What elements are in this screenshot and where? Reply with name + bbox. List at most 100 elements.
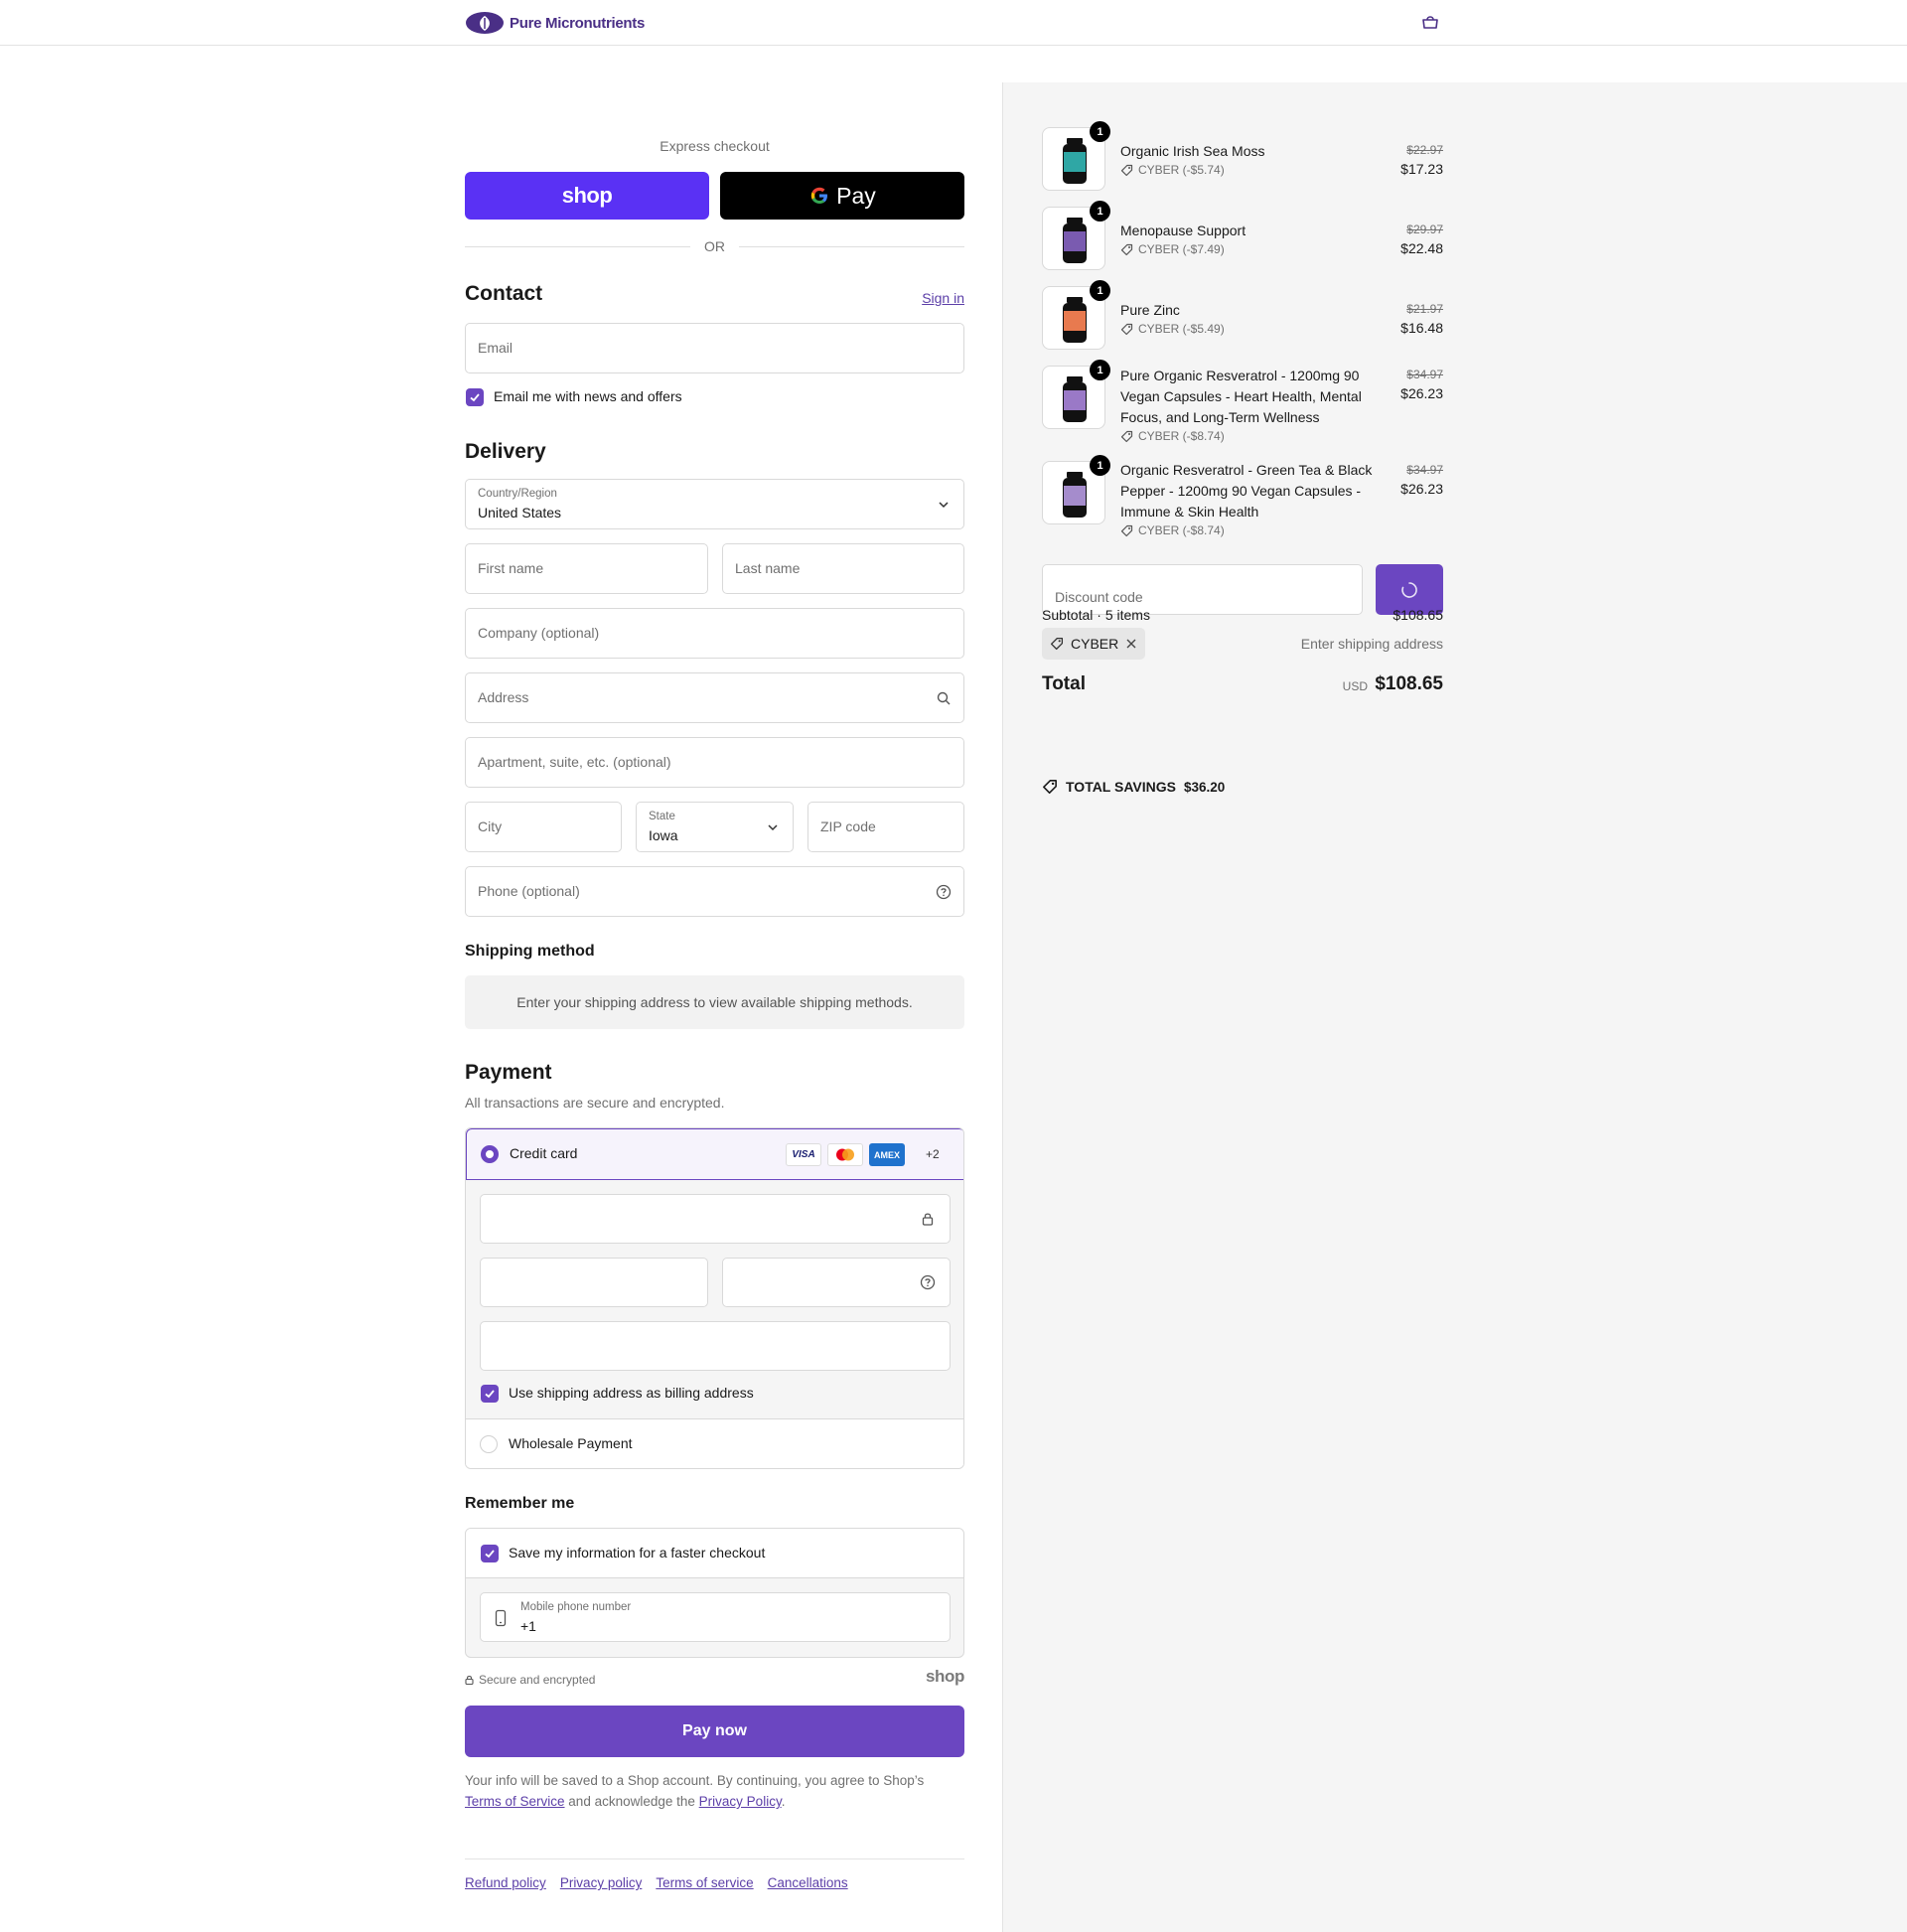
product-image: 1 [1042,280,1110,350]
item-price: $17.23 [1400,161,1443,177]
google-pay-button[interactable]: Pay [720,172,964,220]
legal-text-2: and acknowledge the [568,1794,695,1809]
divider-line [465,245,690,247]
brand-logo[interactable]: Pure Micronutrients [465,11,645,35]
footer-divider [465,1858,964,1859]
shipping-method-hint: Enter your shipping address to view avai… [465,975,964,1029]
help-circle-icon[interactable] [920,1274,936,1290]
order-summary-panel [1002,82,1907,1932]
zip-field[interactable]: ZIP code [807,802,964,852]
item-name: Organic Irish Sea Moss [1120,143,1265,159]
item-price: $22.48 [1400,240,1443,256]
item-discount-label: CYBER (-$8.74) [1138,523,1225,537]
address-placeholder: Address [478,689,529,705]
cart-item: 1 Pure Organic Resveratrol - 1200mg 90 V… [1042,360,1443,447]
brand-leaf-icon [466,12,504,34]
product-image: 1 [1042,121,1110,191]
state-select[interactable]: State Iowa [636,802,794,852]
lock-icon [465,1675,474,1685]
item-name: Menopause Support [1120,223,1247,238]
news-checkbox[interactable] [466,388,484,406]
billing-same-label: Use shipping address as billing address [509,1385,754,1401]
wholesale-label: Wholesale Payment [509,1435,633,1451]
credit-card-radio[interactable] [481,1145,499,1163]
shop-pay-label: shop [561,183,613,208]
tag-icon [1120,430,1133,442]
save-info-checkbox[interactable] [481,1545,499,1562]
footer-links: Refund policy Privacy policy Terms of se… [465,1875,848,1890]
email-placeholder: Email [478,340,513,356]
wholesale-payment-option[interactable]: Wholesale Payment [466,1418,963,1468]
address-field[interactable]: Address [465,672,964,723]
privacy-policy-link[interactable]: Privacy Policy [699,1794,782,1809]
quantity-badge: 1 [1090,360,1110,380]
item-name: Organic Resveratrol - Green Tea & Black … [1120,462,1373,520]
bag-icon[interactable] [1420,14,1440,30]
delivery-heading: Delivery [465,440,546,463]
apartment-placeholder: Apartment, suite, etc. (optional) [478,754,671,770]
email-field[interactable]: Email [465,323,964,373]
card-number-field[interactable] [480,1194,951,1244]
last-name-field[interactable]: Last name [722,543,964,594]
company-field[interactable]: Company (optional) [465,608,964,659]
save-info-label: Save my information for a faster checkou… [509,1545,766,1560]
contact-heading: Contact [465,282,543,305]
chevron-down-icon [939,502,949,509]
payment-heading: Payment [465,1061,552,1084]
chevron-down-icon [768,824,778,831]
expiration-date-field[interactable] [480,1258,708,1307]
save-info-row[interactable]: Save my information for a faster checkou… [466,1529,963,1578]
search-icon [937,691,951,705]
legal-notice: Your info will be saved to a Shop accoun… [465,1770,964,1812]
item-price: $26.23 [1400,481,1443,497]
city-placeholder: City [478,818,503,834]
pay-now-button[interactable]: Pay now [465,1706,964,1757]
phone-field[interactable]: Phone (optional) [465,866,964,917]
cancellations-link[interactable]: Cancellations [768,1875,848,1890]
privacy-policy-footer-link[interactable]: Privacy policy [560,1875,643,1890]
quantity-badge: 1 [1090,201,1110,222]
item-discount-label: CYBER (-$5.49) [1138,322,1225,336]
name-on-card-field[interactable] [480,1321,951,1371]
shop-pay-button[interactable]: shop [465,172,709,220]
first-name-field[interactable]: First name [465,543,708,594]
state-value: Iowa [649,827,678,843]
item-discount: CYBER (-$8.74) [1120,429,1225,443]
billing-same-checkbox[interactable] [481,1385,499,1403]
check-icon [470,393,480,402]
terms-of-service-footer-link[interactable]: Terms of service [656,1875,753,1890]
help-circle-icon[interactable] [936,884,952,900]
or-divider: OR [465,236,964,256]
terms-of-service-link[interactable]: Terms of Service [465,1794,565,1809]
refund-policy-link[interactable]: Refund policy [465,1875,546,1890]
subtotal-label: Subtotal · 5 items [1042,607,1150,623]
wholesale-radio[interactable] [480,1435,498,1453]
tag-icon [1120,323,1133,335]
sign-in-link[interactable]: Sign in [922,290,964,306]
country-select[interactable]: Country/Region United States [465,479,964,529]
tag-icon [1120,243,1133,255]
mobile-phone-label: Mobile phone number [520,1601,632,1613]
close-icon[interactable] [1125,638,1137,650]
google-pay-label: Pay [836,182,876,209]
country-value: United States [478,505,562,520]
mobile-phone-field[interactable]: Mobile phone number +1 [480,1592,951,1642]
mastercard-icon [827,1143,863,1166]
tag-icon [1043,780,1057,794]
item-original-price: $22.97 [1406,143,1443,157]
cart-item: 1 Pure Zinc CYBER (-$5.49) $21.97 $16.48 [1042,280,1443,352]
total-savings-value: $36.20 [1183,779,1226,795]
country-label: Country/Region [478,488,557,500]
total-savings-label: TOTAL SAVINGS [1066,779,1176,795]
credit-card-option[interactable]: Credit card VISA AMEX +2 [466,1128,963,1180]
tag-icon [1050,637,1064,651]
security-code-field[interactable] [722,1258,951,1307]
visa-icon: VISA [786,1143,821,1166]
payment-subtitle: All transactions are secure and encrypte… [465,1095,725,1111]
product-image: 1 [1042,201,1110,270]
payment-methods: Credit card VISA AMEX +2 Use shipping ad… [465,1127,964,1469]
apartment-field[interactable]: Apartment, suite, etc. (optional) [465,737,964,788]
city-field[interactable]: City [465,802,622,852]
cart-item: 1 Menopause Support CYBER (-$7.49) $29.9… [1042,201,1443,272]
loading-spinner-icon [1401,581,1417,598]
